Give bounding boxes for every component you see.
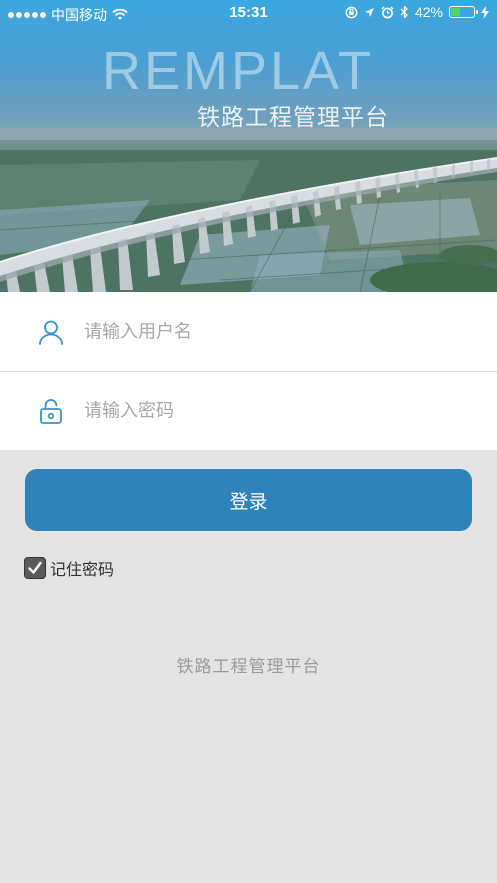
remember-checkbox[interactable] <box>24 557 46 579</box>
alarm-icon <box>381 6 394 18</box>
battery-icon <box>449 6 478 18</box>
user-icon <box>39 320 63 345</box>
location-arrow-icon <box>364 7 374 17</box>
brand-title: REMPLAT <box>102 41 375 101</box>
password-input[interactable] <box>84 400 477 422</box>
bluetooth-icon <box>400 5 408 19</box>
battery-percent: 42% <box>414 4 443 20</box>
remember-label: 记住密码 <box>50 560 115 579</box>
charging-icon <box>481 5 489 19</box>
checkmark-icon <box>28 561 42 574</box>
footer-text: 铁路工程管理平台 <box>176 657 321 677</box>
lock-rotation-icon <box>345 6 358 18</box>
remember-password[interactable]: 记住密码 <box>24 556 114 580</box>
login-form <box>0 292 497 450</box>
header-banner: 中国移动 15:31 42% REMPLAT 铁路工程管理平台 <box>0 0 497 292</box>
username-row <box>0 292 497 371</box>
status-right: 42% <box>345 4 489 20</box>
status-bar: 中国移动 15:31 42% <box>0 0 497 26</box>
username-input[interactable] <box>84 321 477 342</box>
battery-level-fill <box>451 8 461 16</box>
password-row <box>0 371 497 450</box>
brand-subtitle: 铁路工程管理平台 <box>197 105 389 131</box>
lock-icon <box>40 399 62 424</box>
login-button[interactable]: 登录 <box>25 469 472 531</box>
